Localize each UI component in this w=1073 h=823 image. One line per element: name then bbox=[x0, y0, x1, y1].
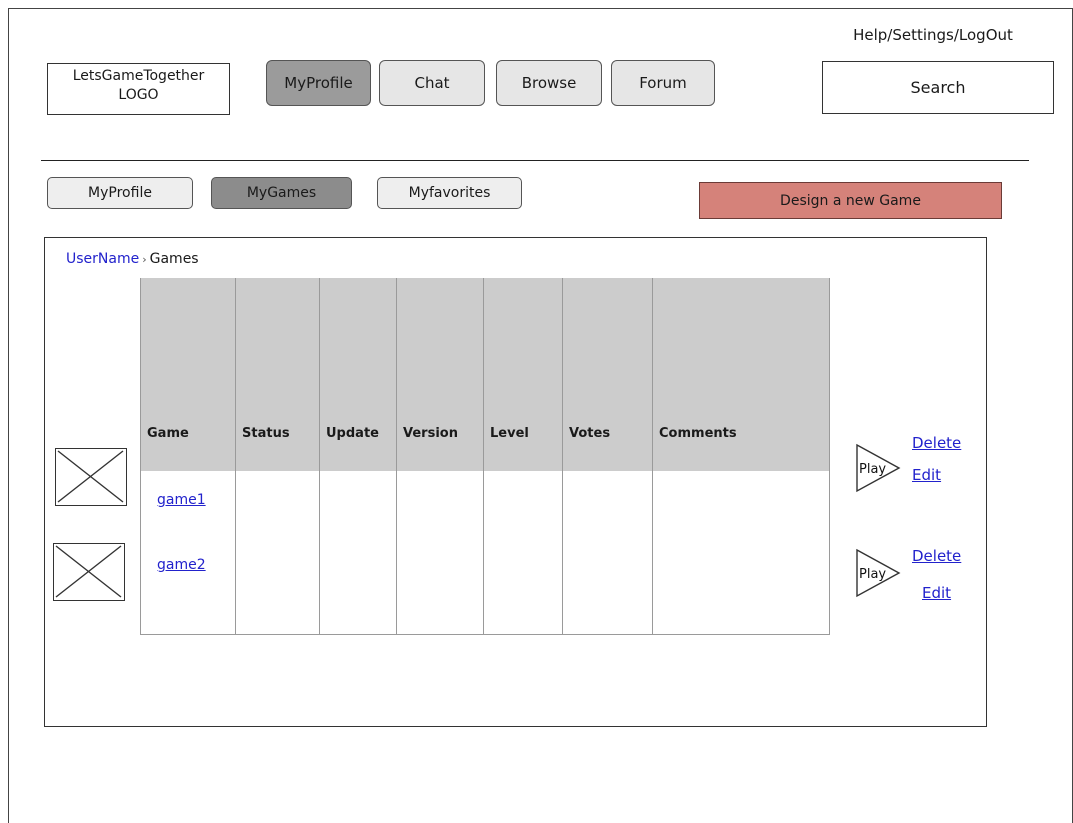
game1-play-label: Play bbox=[859, 462, 886, 477]
breadcrumb-current: Games bbox=[149, 251, 199, 267]
nav-tab-forum[interactable]: Forum bbox=[611, 60, 715, 106]
game2-edit-link[interactable]: Edit bbox=[922, 584, 951, 602]
column-header-version: Version bbox=[396, 278, 484, 471]
column-header-comments: Comments bbox=[652, 278, 830, 471]
status-cell bbox=[235, 471, 320, 635]
subtab-myprofile[interactable]: MyProfile bbox=[47, 177, 193, 209]
game1-play-button[interactable]: Play bbox=[855, 443, 903, 493]
votes-cell bbox=[562, 471, 653, 635]
nav-tab-chat[interactable]: Chat bbox=[379, 60, 485, 106]
table-header-row: Game Status Update Version Level Votes C… bbox=[140, 278, 830, 471]
subtab-mygames[interactable]: MyGames bbox=[211, 177, 352, 209]
column-header-status: Status bbox=[235, 278, 320, 471]
nav-tab-myprofile[interactable]: MyProfile bbox=[266, 60, 371, 106]
game1-link[interactable]: game1 bbox=[157, 492, 206, 508]
level-cell bbox=[483, 471, 563, 635]
game1-edit-link[interactable]: Edit bbox=[912, 466, 941, 484]
column-header-game: Game bbox=[140, 278, 236, 471]
image-placeholder-icon bbox=[57, 450, 124, 503]
image-placeholder-icon bbox=[55, 545, 122, 598]
logo-subtitle: LOGO bbox=[118, 87, 159, 103]
search-input[interactable]: Search bbox=[822, 61, 1054, 114]
update-cell bbox=[319, 471, 397, 635]
design-new-game-button[interactable]: Design a new Game bbox=[699, 182, 1002, 219]
comments-cell bbox=[652, 471, 830, 635]
games-table: Game Status Update Version Level Votes C… bbox=[140, 278, 830, 635]
game1-delete-link[interactable]: Delete bbox=[912, 434, 961, 452]
table-row: game1 game2 bbox=[140, 471, 830, 635]
game2-play-label: Play bbox=[859, 567, 886, 582]
game2-play-button[interactable]: Play bbox=[855, 548, 903, 598]
subtab-myfavorites[interactable]: Myfavorites bbox=[377, 177, 522, 209]
breadcrumb: UserName › Games bbox=[66, 251, 199, 267]
game2-link[interactable]: game2 bbox=[157, 557, 206, 573]
column-header-update: Update bbox=[319, 278, 397, 471]
logo[interactable]: LetsGameTogether LOGO bbox=[47, 63, 230, 115]
help-settings-logout-links[interactable]: Help/Settings/LogOut bbox=[818, 26, 1048, 44]
logo-title: LetsGameTogether bbox=[72, 68, 205, 84]
breadcrumb-separator: › bbox=[142, 253, 147, 266]
column-header-level: Level bbox=[483, 278, 563, 471]
game1-thumbnail-image bbox=[55, 448, 127, 506]
game2-delete-link[interactable]: Delete bbox=[912, 547, 961, 565]
version-cell bbox=[396, 471, 484, 635]
nav-tab-browse[interactable]: Browse bbox=[496, 60, 602, 106]
column-header-votes: Votes bbox=[562, 278, 653, 471]
game2-thumbnail-image bbox=[53, 543, 125, 601]
breadcrumb-username-link[interactable]: UserName bbox=[66, 251, 139, 267]
game-name-cell: game1 game2 bbox=[140, 471, 236, 635]
header-divider bbox=[41, 160, 1029, 161]
